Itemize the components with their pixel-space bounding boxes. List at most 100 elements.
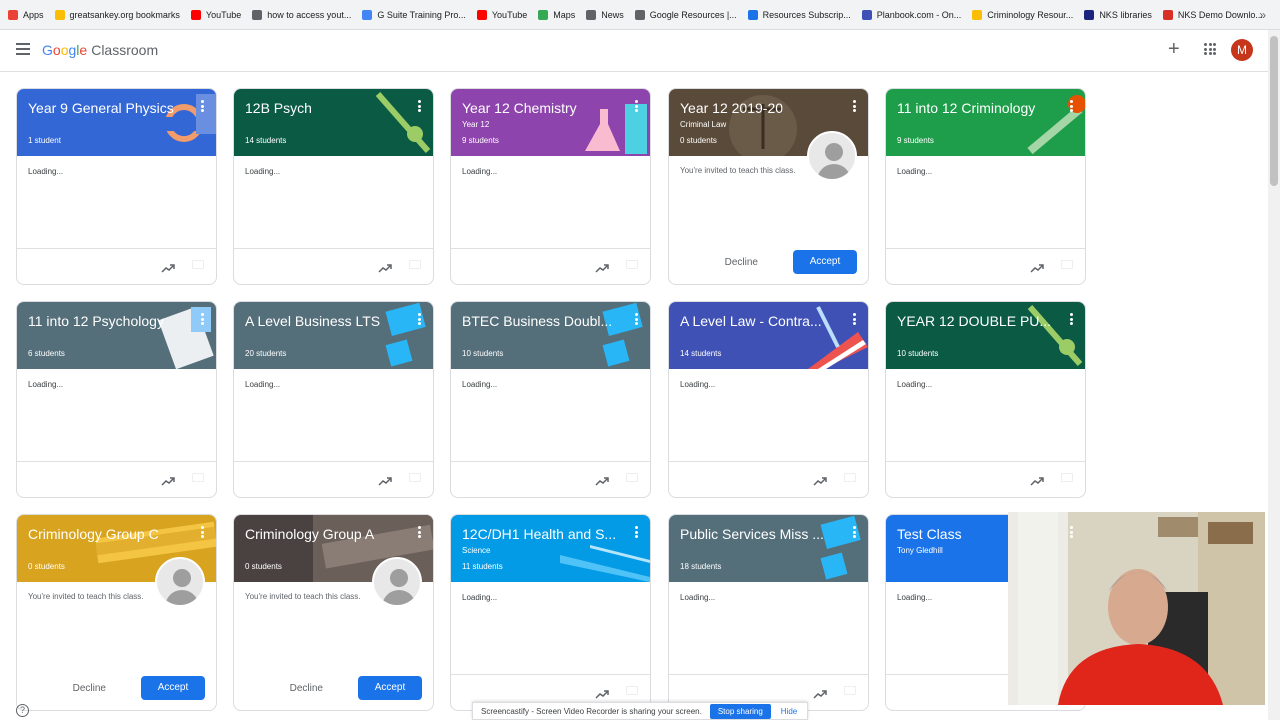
drive-folder-icon[interactable] bbox=[626, 260, 638, 269]
more-options-icon[interactable] bbox=[1070, 313, 1073, 325]
bookmark-item[interactable]: News bbox=[586, 9, 624, 20]
bookmark-item[interactable]: Maps bbox=[538, 9, 575, 20]
more-options-icon[interactable] bbox=[418, 313, 421, 325]
class-card-header[interactable]: Year 12 Chemistry Year 12 9 students bbox=[451, 89, 650, 156]
class-title[interactable]: A Level Business LTS bbox=[245, 313, 405, 329]
gradebook-trend-icon[interactable] bbox=[595, 260, 609, 273]
gradebook-trend-icon[interactable] bbox=[161, 473, 175, 486]
class-card-header[interactable]: 12B Psych 14 students bbox=[234, 89, 433, 156]
class-card[interactable]: Public Services Miss ... 18 students Loadi… bbox=[668, 514, 869, 711]
decline-button[interactable]: Decline bbox=[725, 257, 758, 268]
decline-button[interactable]: Decline bbox=[73, 683, 106, 694]
class-card-header[interactable]: 11 into 12 Psychology 6 students bbox=[17, 302, 216, 369]
class-card[interactable]: A Level Law - Contra... 14 students Loadin… bbox=[668, 301, 869, 498]
bookmark-item[interactable]: Planbook.com - On... bbox=[861, 9, 961, 20]
more-options-icon[interactable] bbox=[853, 526, 856, 538]
class-title[interactable]: Test Class bbox=[897, 526, 1057, 542]
class-card[interactable]: 12B Psych 14 students Loading... bbox=[233, 88, 434, 285]
class-card-header[interactable]: 12C/DH1 Health and S... Science 11 student… bbox=[451, 515, 650, 582]
class-title[interactable]: Public Services Miss ... bbox=[680, 526, 840, 542]
page-scrollbar[interactable] bbox=[1268, 30, 1280, 720]
more-options-icon[interactable] bbox=[418, 526, 421, 538]
bookmark-item[interactable]: Criminology Resour... bbox=[972, 9, 1073, 20]
drive-folder-icon[interactable] bbox=[409, 473, 421, 482]
more-options-icon[interactable] bbox=[635, 313, 638, 325]
bookmark-item[interactable]: greatsankey.org bookmarks bbox=[54, 9, 180, 20]
more-options-icon[interactable] bbox=[201, 100, 204, 112]
more-options-icon[interactable] bbox=[635, 526, 638, 538]
class-title[interactable]: Year 12 Chemistry bbox=[462, 100, 622, 116]
scrollbar-thumb[interactable] bbox=[1270, 36, 1278, 186]
gradebook-trend-icon[interactable] bbox=[161, 260, 175, 273]
account-avatar[interactable]: M bbox=[1231, 39, 1253, 61]
gradebook-trend-icon[interactable] bbox=[595, 473, 609, 486]
more-options-icon[interactable] bbox=[1070, 526, 1073, 538]
class-card[interactable]: Criminology Group A 0 students You're invi… bbox=[233, 514, 434, 711]
class-card[interactable]: Year 9 General Physics 1 student Loading..… bbox=[16, 88, 217, 285]
class-card[interactable]: 11 into 12 Psychology 6 students Loading..… bbox=[16, 301, 217, 498]
drive-folder-icon[interactable] bbox=[1061, 473, 1073, 482]
more-options-icon[interactable] bbox=[1070, 100, 1073, 112]
class-card[interactable]: A Level Business LTS 20 students Loading..… bbox=[233, 301, 434, 498]
stop-sharing-button[interactable]: Stop sharing bbox=[709, 703, 771, 719]
class-title[interactable]: A Level Law - Contra... bbox=[680, 313, 840, 329]
hide-sharing-bar-button[interactable]: Hide bbox=[781, 707, 797, 716]
class-title[interactable]: 11 into 12 Criminology bbox=[897, 100, 1057, 116]
bookmark-item[interactable]: G Suite Training Pro... bbox=[362, 9, 466, 20]
class-card-header[interactable]: Public Services Miss ... 18 students bbox=[669, 515, 868, 582]
more-options-icon[interactable] bbox=[201, 313, 204, 325]
main-menu-icon[interactable] bbox=[16, 43, 30, 55]
bookmark-item[interactable]: NKS Demo Downlo... bbox=[1162, 9, 1263, 20]
class-card-header[interactable]: A Level Business LTS 20 students bbox=[234, 302, 433, 369]
gradebook-trend-icon[interactable] bbox=[378, 473, 392, 486]
gradebook-trend-icon[interactable] bbox=[1030, 473, 1044, 486]
help-icon[interactable]: ? bbox=[16, 704, 29, 717]
class-card[interactable]: YEAR 12 DOUBLE PU... 10 students Loading..… bbox=[885, 301, 1086, 498]
decline-button[interactable]: Decline bbox=[290, 683, 323, 694]
drive-folder-icon[interactable] bbox=[626, 473, 638, 482]
class-title[interactable]: Criminology Group A bbox=[245, 526, 405, 542]
more-options-icon[interactable] bbox=[635, 100, 638, 112]
more-options-icon[interactable] bbox=[853, 100, 856, 112]
drive-folder-icon[interactable] bbox=[192, 473, 204, 482]
bookmarks-overflow-button[interactable]: » bbox=[1259, 8, 1266, 22]
class-title[interactable]: 11 into 12 Psychology bbox=[28, 313, 188, 329]
class-title[interactable]: YEAR 12 DOUBLE PU... bbox=[897, 313, 1057, 329]
drive-folder-icon[interactable] bbox=[1061, 260, 1073, 269]
class-card[interactable]: Year 12 2019-20 Criminal Law 0 students You… bbox=[668, 88, 869, 285]
create-join-class-icon[interactable]: + bbox=[1168, 39, 1180, 59]
gradebook-trend-icon[interactable] bbox=[595, 686, 609, 699]
class-card[interactable]: Year 12 Chemistry Year 12 9 students Loadin… bbox=[450, 88, 651, 285]
google-classroom-logo[interactable]: Google Classroom bbox=[42, 42, 158, 58]
class-title[interactable]: Year 9 General Physics bbox=[28, 100, 188, 116]
class-card[interactable]: Criminology Group C 0 students You're invi… bbox=[16, 514, 217, 711]
drive-folder-icon[interactable] bbox=[844, 686, 856, 695]
more-options-icon[interactable] bbox=[853, 313, 856, 325]
class-card-header[interactable]: BTEC Business Doubl... 10 students bbox=[451, 302, 650, 369]
more-options-icon[interactable] bbox=[418, 100, 421, 112]
class-title[interactable]: Criminology Group C bbox=[28, 526, 188, 542]
accept-button[interactable]: Accept bbox=[358, 676, 422, 700]
class-title[interactable]: 12C/DH1 Health and S... bbox=[462, 526, 622, 542]
class-title[interactable]: BTEC Business Doubl... bbox=[462, 313, 622, 329]
accept-button[interactable]: Accept bbox=[141, 676, 205, 700]
accept-button[interactable]: Accept bbox=[793, 250, 857, 274]
bookmark-item[interactable]: Resources Subscrip... bbox=[747, 9, 851, 20]
bookmark-item[interactable]: YouTube bbox=[190, 9, 241, 20]
gradebook-trend-icon[interactable] bbox=[813, 473, 827, 486]
class-card-header[interactable]: 11 into 12 Criminology 9 students bbox=[886, 89, 1085, 156]
bookmark-item[interactable]: Apps bbox=[8, 9, 44, 20]
class-title[interactable]: Year 12 2019-20 bbox=[680, 100, 840, 116]
drive-folder-icon[interactable] bbox=[626, 686, 638, 695]
bookmark-item[interactable]: NKS libraries bbox=[1084, 9, 1152, 20]
class-card[interactable]: 12C/DH1 Health and S... Science 11 student… bbox=[450, 514, 651, 711]
bookmark-item[interactable]: how to access yout... bbox=[252, 9, 351, 20]
gradebook-trend-icon[interactable] bbox=[813, 686, 827, 699]
bookmark-item[interactable]: Google Resources |... bbox=[634, 9, 737, 20]
gradebook-trend-icon[interactable] bbox=[378, 260, 392, 273]
class-card[interactable]: 11 into 12 Criminology 9 students Loading.… bbox=[885, 88, 1086, 285]
class-card-header[interactable]: A Level Law - Contra... 14 students bbox=[669, 302, 868, 369]
class-card-header[interactable]: Year 9 General Physics 1 student bbox=[17, 89, 216, 156]
google-apps-icon[interactable] bbox=[1204, 43, 1216, 55]
class-title[interactable]: 12B Psych bbox=[245, 100, 405, 116]
